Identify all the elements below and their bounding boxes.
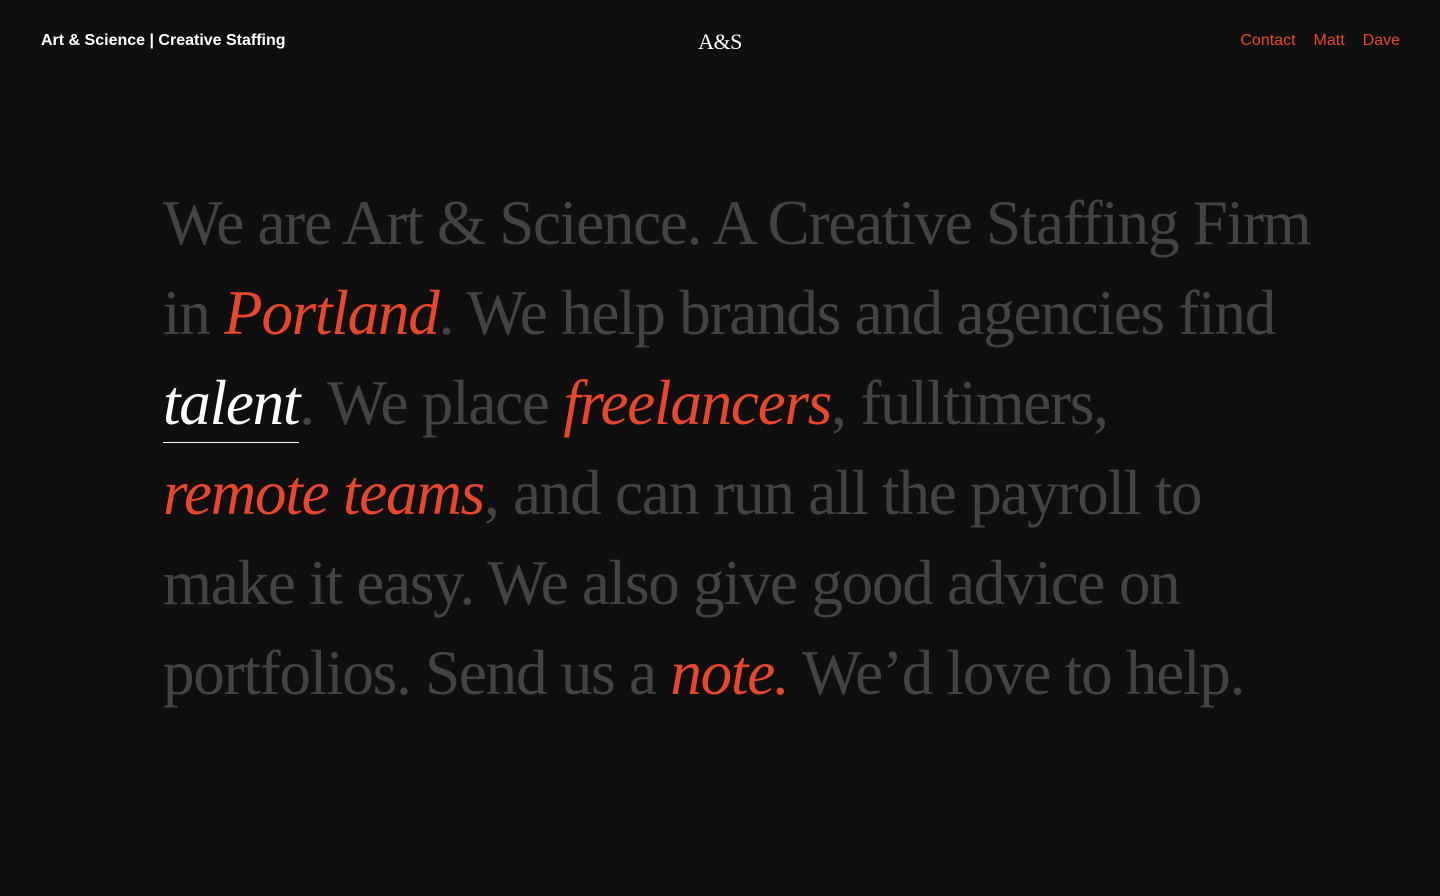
hero-text: We are Art & Science. A Creative Staffin… bbox=[163, 188, 1312, 258]
logo-mark[interactable]: A&S bbox=[698, 29, 742, 54]
hero-line-6: portfolios. Send us a note. We’d love to… bbox=[163, 628, 1293, 718]
hero-text: make it easy. We also give good advice o… bbox=[163, 548, 1181, 618]
hero-line-5: make it easy. We also give good advice o… bbox=[163, 538, 1293, 628]
hero-text: in bbox=[163, 278, 225, 348]
freelancers-highlight: freelancers bbox=[563, 368, 832, 438]
note-link[interactable]: note. bbox=[670, 638, 789, 708]
hero-text: , fulltimers, bbox=[831, 368, 1109, 438]
talent-link[interactable]: talent bbox=[163, 364, 300, 443]
hero-line-1: We are Art & Science. A Creative Staffin… bbox=[163, 178, 1312, 268]
top-nav: Contact Matt Dave bbox=[1240, 32, 1400, 50]
hero-text: . We help brands and agencies find bbox=[438, 278, 1277, 348]
nav-matt-link[interactable]: Matt bbox=[1314, 32, 1345, 50]
portland-highlight: Portland bbox=[224, 278, 440, 348]
hero-text: . We place bbox=[299, 368, 564, 438]
site-header: Art & Science | Creative Staffing A&S Co… bbox=[0, 0, 1440, 86]
hero-line-2: in Portland. We help brands and agencies… bbox=[163, 268, 1293, 358]
remote-teams-highlight: remote teams bbox=[163, 458, 485, 528]
nav-contact-link[interactable]: Contact bbox=[1240, 32, 1295, 50]
nav-dave-link[interactable]: Dave bbox=[1363, 32, 1400, 50]
hero-line-4: remote teams, and can run all the payrol… bbox=[163, 448, 1293, 538]
hero-line-3: talent. We place freelancers, fulltimers… bbox=[163, 358, 1293, 448]
hero-text: We’d love to help. bbox=[788, 638, 1245, 708]
hero-statement: We are Art & Science. A Creative Staffin… bbox=[163, 178, 1312, 718]
site-logo: A&S bbox=[0, 29, 1440, 55]
hero-text: portfolios. Send us a bbox=[163, 638, 671, 708]
hero-text: , and can run all the payroll to bbox=[483, 458, 1203, 528]
